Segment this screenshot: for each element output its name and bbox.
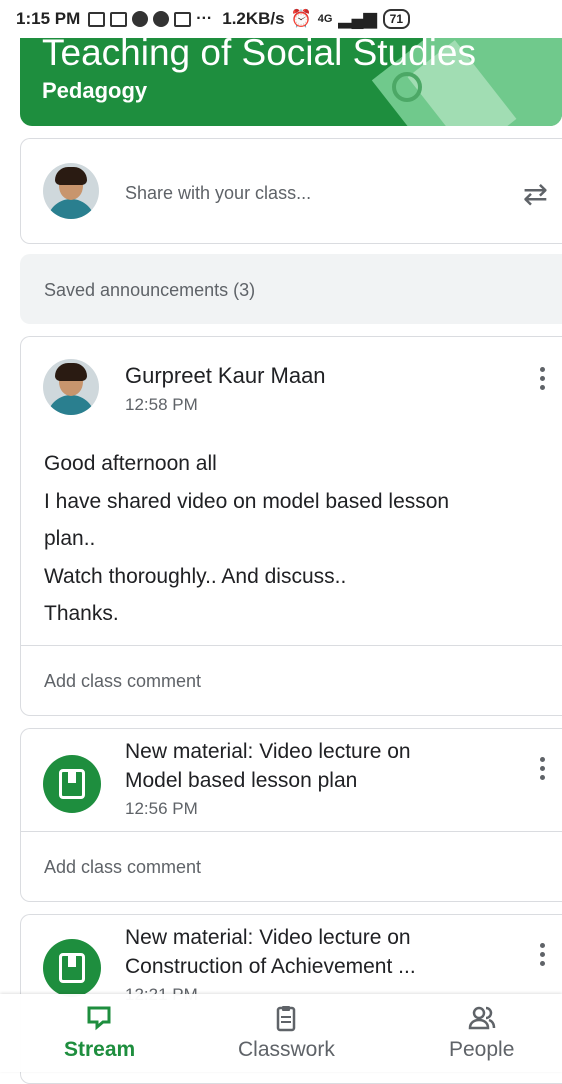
post-body: Good afternoon all I have shared video o… xyxy=(44,445,449,633)
network-speed: 1.2KB/s xyxy=(222,9,285,28)
material-time: 12:56 PM xyxy=(125,799,198,818)
post-line: Watch thoroughly.. And discuss.. xyxy=(44,564,347,588)
classwork-icon xyxy=(277,1006,296,1032)
avatar xyxy=(43,163,99,219)
class-subtitle: Pedagogy xyxy=(42,78,148,103)
material-title: New material: Video lecture on Construct… xyxy=(125,923,416,981)
post-author: Gurpreet Kaur Maan xyxy=(125,363,326,388)
banner-decoration xyxy=(392,72,422,102)
material-doc-icon xyxy=(43,755,101,813)
repost-icon[interactable]: ⇄ xyxy=(523,177,548,212)
class-banner[interactable]: Teaching of Social Studies Pedagogy xyxy=(20,38,562,126)
more-options-icon[interactable] xyxy=(540,367,546,390)
more-options-icon[interactable] xyxy=(540,757,546,780)
tab-label: People xyxy=(449,1038,515,1061)
post-line: Thanks. xyxy=(44,602,119,625)
tab-stream[interactable]: Stream xyxy=(64,1004,135,1062)
tab-classwork[interactable]: Classwork xyxy=(238,1004,335,1062)
divider xyxy=(21,831,562,832)
announcement-card: Gurpreet Kaur Maan 12:58 PM Good afterno… xyxy=(20,336,562,716)
post-time: 12:58 PM xyxy=(125,395,198,414)
tab-label: Classwork xyxy=(238,1038,335,1061)
tab-label: Stream xyxy=(64,1038,136,1061)
material-title-line: Construction of Achievement ... xyxy=(125,955,416,978)
material-card[interactable]: New material: Video lecture on Model bas… xyxy=(20,728,562,902)
stream-icon xyxy=(87,1006,111,1031)
bottom-navigation: Stream Classwork People xyxy=(0,994,562,1072)
divider xyxy=(21,645,562,646)
battery-icon: 71 xyxy=(382,9,411,29)
share-card[interactable]: Share with your class... ⇄ xyxy=(20,138,562,244)
material-title-line: New material: Video lecture on xyxy=(125,926,411,949)
tab-people[interactable]: People xyxy=(449,1004,514,1062)
add-comment-button[interactable]: Add class comment xyxy=(44,857,201,878)
material-title: New material: Video lecture on Model bas… xyxy=(125,737,411,795)
status-bar: 1:15 PM ··· 1.2KB/s ⏰ 4G ▂▄▆ 71 xyxy=(0,0,562,38)
more-options-icon[interactable] xyxy=(540,943,546,966)
material-title-line: Model based lesson plan xyxy=(125,769,358,792)
add-comment-button[interactable]: Add class comment xyxy=(44,671,201,692)
share-input[interactable]: Share with your class... xyxy=(125,183,311,204)
people-icon xyxy=(468,1006,495,1030)
alarm-icon: ⏰ xyxy=(290,9,312,28)
post-line: I have shared video on model based lesso… xyxy=(44,489,450,513)
class-title: Teaching of Social Studies xyxy=(42,38,476,73)
avatar xyxy=(43,359,99,415)
status-time: 1:15 PM xyxy=(16,9,81,28)
material-title-line: New material: Video lecture on xyxy=(125,740,411,763)
post-line: plan.. xyxy=(44,527,96,550)
notification-icons: ··· xyxy=(88,10,212,28)
post-line: Good afternoon all xyxy=(44,452,217,475)
signal-icon: ▂▄▆ xyxy=(338,9,377,28)
saved-announcements[interactable]: Saved announcements (3) xyxy=(20,254,562,324)
material-doc-icon xyxy=(43,939,101,997)
network-type: 4G xyxy=(317,13,333,25)
saved-announcements-label: Saved announcements (3) xyxy=(44,280,256,300)
